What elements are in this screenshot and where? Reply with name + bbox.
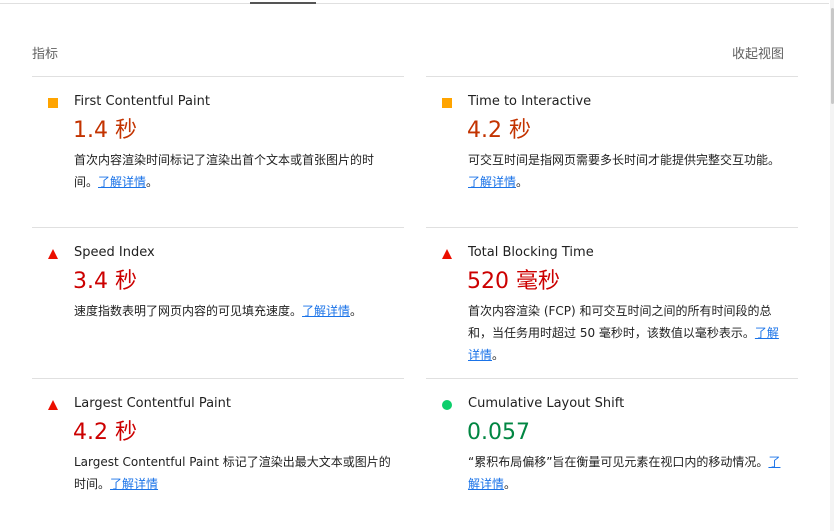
metric-value: 1.4 秒 (73, 118, 137, 143)
metrics-column-left: First Contentful Paint 1.4 秒 首次内容渲染时间标记了… (32, 76, 404, 528)
metric-value: 4.2 秒 (467, 118, 531, 143)
collapse-view-toggle[interactable]: 收起视图 (732, 43, 784, 62)
description-suffix: 。 (516, 175, 529, 189)
metrics-panel: 指标 收起视图 First Contentful Paint 1.4 秒 首次内… (0, 0, 834, 531)
metric-largest-contentful-paint: Largest Contentful Paint 4.2 秒 Largest C… (32, 378, 404, 528)
metric-name: Largest Contentful Paint (74, 396, 232, 411)
metric-speed-index: Speed Index 3.4 秒 速度指数表明了网页内容的可见填充速度。了解详… (32, 227, 404, 378)
metric-time-to-interactive: Time to Interactive 4.2 秒 可交互时间是指网页需要多长时… (426, 76, 798, 227)
metric-value: 4.2 秒 (73, 420, 137, 445)
learn-more-link[interactable]: 了解详情 (98, 175, 146, 189)
metric-description: 速度指数表明了网页内容的可见填充速度。了解详情。 (74, 300, 396, 322)
description-suffix: 。 (504, 477, 517, 491)
learn-more-link[interactable]: 了解详情 (302, 304, 350, 318)
description-text: “累积布局偏移”旨在衡量可见元素在视口内的移动情况。 (468, 455, 769, 469)
description-text: 速度指数表明了网页内容的可见填充速度。 (74, 304, 303, 318)
metric-name: Total Blocking Time (468, 245, 594, 260)
metric-value: 3.4 秒 (73, 269, 137, 294)
metrics-column-right: Time to Interactive 4.2 秒 可交互时间是指网页需要多长时… (426, 76, 798, 528)
metric-description: “累积布局偏移”旨在衡量可见元素在视口内的移动情况。了解详情。 (468, 451, 790, 495)
description-text: 首次内容渲染 (FCP) 和可交互时间之间的所有时间段的总和，当任务用时超过 5… (468, 304, 772, 340)
description-suffix: 。 (492, 348, 505, 362)
metric-name: First Contentful Paint (74, 94, 210, 109)
metric-value: 520 毫秒 (467, 269, 560, 294)
metric-cumulative-layout-shift: Cumulative Layout Shift 0.057 “累积布局偏移”旨在… (426, 378, 798, 528)
top-divider (0, 3, 829, 4)
metric-name: Time to Interactive (468, 94, 592, 109)
metric-value: 0.057 (467, 420, 530, 445)
learn-more-link[interactable]: 了解详情 (468, 175, 516, 189)
active-tab-indicator (250, 2, 316, 4)
description-suffix: 。 (146, 175, 159, 189)
metric-description: Largest Contentful Paint 标记了渲染出最大文本或图片的时… (74, 451, 396, 495)
section-title: 指标 (32, 47, 59, 62)
learn-more-link[interactable]: 了解详情 (110, 477, 158, 491)
metric-first-contentful-paint: First Contentful Paint 1.4 秒 首次内容渲染时间标记了… (32, 76, 404, 227)
metric-name: Cumulative Layout Shift (468, 396, 625, 411)
metrics-header: 指标 收起视图 (32, 43, 784, 62)
metric-description: 首次内容渲染时间标记了渲染出首个文本或首张图片的时间。了解详情。 (74, 149, 396, 193)
red-triangle-icon (48, 400, 58, 410)
metric-name: Speed Index (74, 245, 155, 260)
orange-square-icon (48, 98, 58, 108)
description-text: 可交互时间是指网页需要多长时间才能提供完整交互功能。 (468, 153, 781, 167)
red-triangle-icon (442, 249, 452, 259)
orange-square-icon (442, 98, 452, 108)
metric-description: 首次内容渲染 (FCP) 和可交互时间之间的所有时间段的总和，当任务用时超过 5… (468, 300, 790, 366)
metric-total-blocking-time: Total Blocking Time 520 毫秒 首次内容渲染 (FCP) … (426, 227, 798, 378)
red-triangle-icon (48, 249, 58, 259)
description-suffix: 。 (350, 304, 363, 318)
scrollbar[interactable] (830, 0, 834, 531)
metric-description: 可交互时间是指网页需要多长时间才能提供完整交互功能。了解详情。 (468, 149, 790, 193)
green-circle-icon (442, 400, 452, 410)
